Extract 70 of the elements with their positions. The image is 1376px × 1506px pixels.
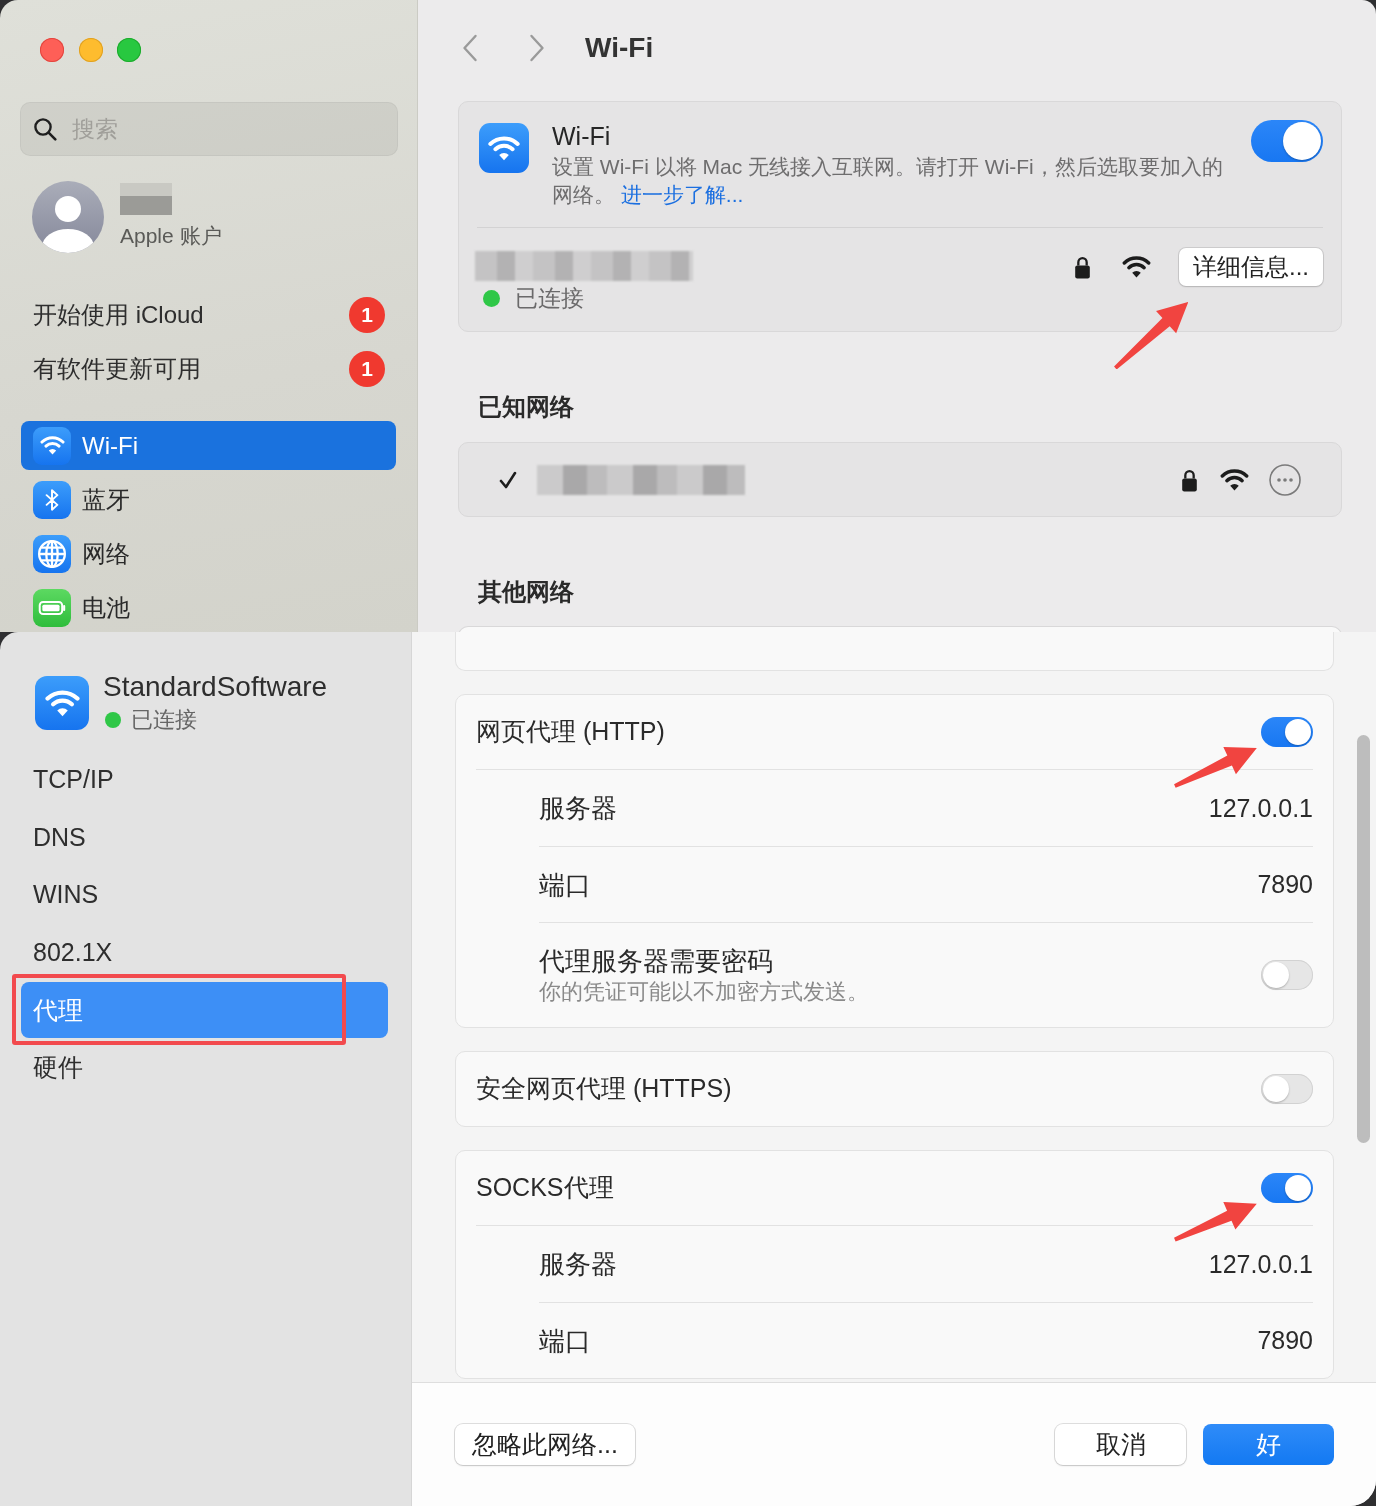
pixelated-redaction <box>120 183 172 215</box>
toggle-switch[interactable] <box>1261 717 1313 747</box>
window-close-button[interactable] <box>40 38 64 62</box>
account-subtitle: Apple 账户 <box>120 224 222 248</box>
dialog-button[interactable]: 取消 <box>1055 1424 1186 1465</box>
chevron-left-icon <box>462 34 478 62</box>
field-label: 端口 <box>539 1325 591 1356</box>
dialog-button[interactable]: 忽略此网络... <box>455 1424 635 1465</box>
bluetooth-icon <box>33 480 71 519</box>
window-title: Wi-Fi <box>585 31 654 65</box>
lock-icon <box>1181 467 1198 492</box>
sidebar-item[interactable]: 硬件 <box>21 1039 388 1096</box>
setting-description: 设置 Wi-Fi 以将 Mac 无线接入互联网。请打开 Wi-Fi，然后选取要加入的网络。 进一步了解... <box>552 154 1224 208</box>
sidebar-item[interactable]: 802.1X <box>21 924 388 981</box>
search-icon <box>33 117 57 141</box>
learn-more-link[interactable]: 进一步了解... <box>620 183 744 206</box>
wifi-signal-icon <box>1220 468 1249 491</box>
section-title: SOCKS代理 <box>476 1172 614 1204</box>
lock-icon <box>1074 255 1091 279</box>
notification-badge: 1 <box>349 351 385 387</box>
battery-icon <box>33 588 71 627</box>
field-value: 7890 <box>1257 870 1313 899</box>
field-label: 代理服务器需要密码 <box>539 946 774 976</box>
field-value: 7890 <box>1257 1326 1313 1355</box>
toggle-switch[interactable] <box>1261 1074 1313 1104</box>
section-title: 安全网页代理 (HTTPS) <box>476 1073 732 1105</box>
status-dot-icon <box>483 289 500 307</box>
field-value: 127.0.0.1 <box>1208 1249 1313 1279</box>
alert-item[interactable]: 有软件更新可用 <box>33 351 201 387</box>
dialog-button[interactable]: 好 <box>1203 1424 1334 1465</box>
field-label: 端口 <box>539 869 591 900</box>
network-name: StandardSoftware <box>103 671 328 703</box>
connection-status: 已连接 <box>515 286 584 310</box>
toggle-switch[interactable] <box>1261 1173 1313 1203</box>
details-button[interactable]: 详细信息... <box>1179 248 1323 286</box>
section-heading: 已知网络 <box>478 392 575 422</box>
sidebar-item[interactable]: TCP/IP <box>21 752 388 808</box>
wifi-icon <box>33 426 71 465</box>
notification-badge: 1 <box>349 297 385 333</box>
sidebar-item[interactable]: 蓝牙 <box>21 475 396 524</box>
forward-button[interactable] <box>529 34 545 62</box>
back-button[interactable] <box>462 34 478 62</box>
field-note: 你的凭证可能以不加密方式发送。 <box>539 980 869 1004</box>
connection-status: 已连接 <box>131 708 197 732</box>
sidebar-item[interactable]: 网络 <box>21 529 396 578</box>
section-heading: 其他网络 <box>478 577 575 607</box>
chevron-right-icon <box>529 34 545 62</box>
field-value: 127.0.0.1 <box>1208 793 1313 823</box>
sidebar-item[interactable]: Wi-Fi <box>21 421 396 470</box>
sidebar-item[interactable]: 电池 <box>21 583 396 632</box>
globe-icon <box>33 534 71 573</box>
field-label: 服务器 <box>539 793 617 823</box>
toggle-switch[interactable] <box>1261 960 1313 990</box>
sidebar-item[interactable]: WINS <box>21 867 388 924</box>
wifi-signal-icon <box>1122 256 1151 278</box>
wifi-icon <box>479 123 529 173</box>
scrollbar-thumb[interactable] <box>1357 735 1370 1143</box>
more-icon[interactable] <box>1269 463 1301 496</box>
status-dot-icon <box>105 712 121 728</box>
window-minimize-button[interactable] <box>78 38 103 62</box>
setting-title: Wi-Fi <box>552 123 612 149</box>
section-title: 网页代理 (HTTP) <box>476 716 665 748</box>
toggle-switch[interactable] <box>1251 120 1323 162</box>
field-label: 服务器 <box>539 1249 617 1279</box>
avatar-icon[interactable] <box>32 181 104 253</box>
wifi-icon <box>35 676 89 730</box>
alert-item[interactable]: 开始使用 iCloud <box>33 297 204 333</box>
network-row[interactable] <box>458 442 1342 517</box>
sidebar-item[interactable]: DNS <box>21 809 388 866</box>
window-zoom-button[interactable] <box>117 38 141 62</box>
